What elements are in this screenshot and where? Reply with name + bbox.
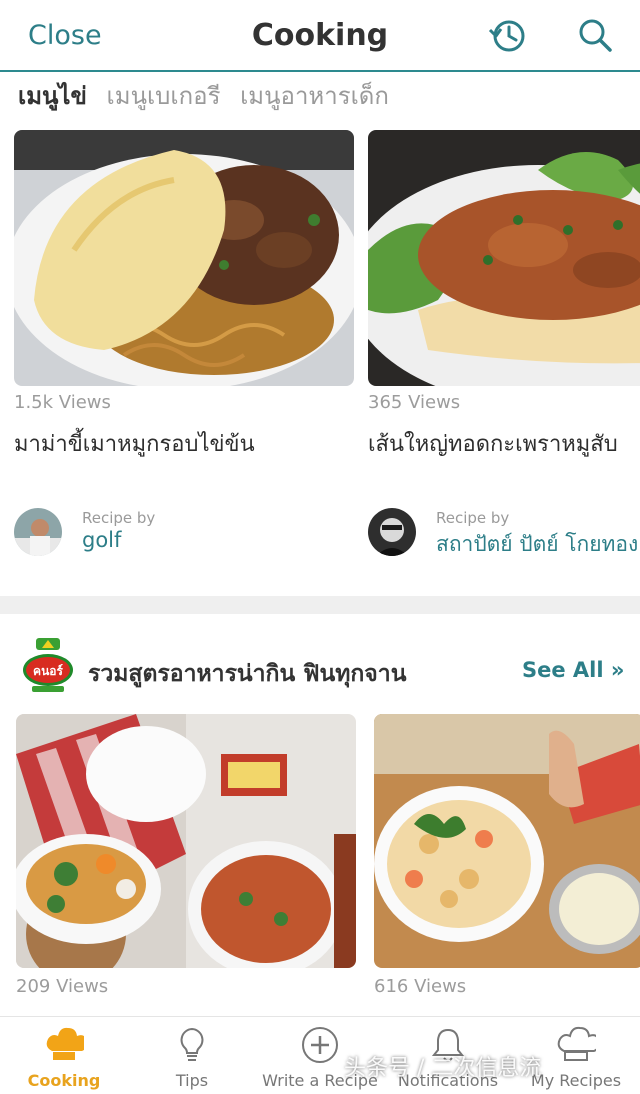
- view-count: 1.5k Views: [14, 392, 111, 413]
- top-bar: Close Cooking: [0, 0, 640, 72]
- recipe-name[interactable]: มาม่าขี้เมาหมูกรอบไข่ข้น: [14, 426, 255, 461]
- history-icon[interactable]: [486, 14, 530, 58]
- author-name[interactable]: สถาปัตย์ ปัตย์ โกยทอง: [436, 528, 638, 561]
- recipe-by-label: Recipe by: [436, 509, 510, 527]
- chef-hat-icon: [46, 1027, 84, 1060]
- section-divider: [0, 596, 640, 614]
- page-title: Cooking: [251, 18, 389, 53]
- bottom-navigation: Cooking Tips Write a Recipe Notification…: [0, 1016, 640, 1094]
- recipe-photo[interactable]: [368, 130, 640, 386]
- author-avatar[interactable]: [14, 508, 62, 556]
- view-count: 365 Views: [368, 392, 461, 413]
- category-tabs: เมนูไข่ เมนูเบเกอรี เมนูอาหารเด็ก: [18, 76, 401, 110]
- recipe-name[interactable]: เส้นใหญ่ทอดกะเพราหมูสับ: [368, 426, 618, 461]
- recipe-by-label: Recipe by: [82, 509, 156, 527]
- lightbulb-icon: [180, 1027, 204, 1061]
- see-all-link[interactable]: See All »: [522, 658, 624, 682]
- nav-label: Tips: [175, 1071, 209, 1090]
- tab-bakery-menu[interactable]: เมนูเบเกอรี: [107, 82, 221, 110]
- watermark: 头条号 / 二次信息流: [344, 1056, 542, 1081]
- knorr-logo[interactable]: คนอร์: [22, 636, 74, 694]
- tab-egg-menu[interactable]: เมนูไข่: [18, 82, 87, 110]
- recipe-card[interactable]: 1.5k Views มาม่าขี้เมาหมูกรอบไข่ข้น Reci…: [14, 130, 356, 570]
- nav-tips[interactable]: Tips: [128, 1017, 256, 1094]
- nav-label: Cooking: [27, 1071, 101, 1090]
- plus-circle-icon: [302, 1027, 338, 1063]
- nav-cooking[interactable]: Cooking: [0, 1017, 128, 1094]
- recipe-card[interactable]: 209 Views: [16, 714, 358, 1014]
- recipe-photo[interactable]: [14, 130, 354, 386]
- tab-kids-menu[interactable]: เมนูอาหารเด็ก: [240, 82, 389, 110]
- author-name[interactable]: golf: [82, 528, 121, 552]
- view-count: 616 Views: [374, 976, 467, 997]
- recipe-photo[interactable]: [16, 714, 356, 968]
- search-icon[interactable]: [574, 14, 618, 58]
- recipe-card[interactable]: 365 Views เส้นใหญ่ทอดกะเพราหมูสับ Recipe…: [368, 130, 640, 570]
- section-title: รวมสูตรอาหารน่ากิน ฟินทุกจาน: [88, 661, 407, 687]
- chef-hat-outline-icon: [557, 1026, 596, 1061]
- view-count: 209 Views: [16, 976, 109, 997]
- author-avatar[interactable]: [368, 508, 416, 556]
- recipe-card[interactable]: 616 Views: [374, 714, 640, 1014]
- recipe-photo[interactable]: [374, 714, 640, 968]
- cooking-screen: Close Cooking เมนูไข่ เมนูเบเกอรี เมนูอา…: [0, 0, 640, 1094]
- svg-text:คนอร์: คนอร์: [33, 664, 63, 678]
